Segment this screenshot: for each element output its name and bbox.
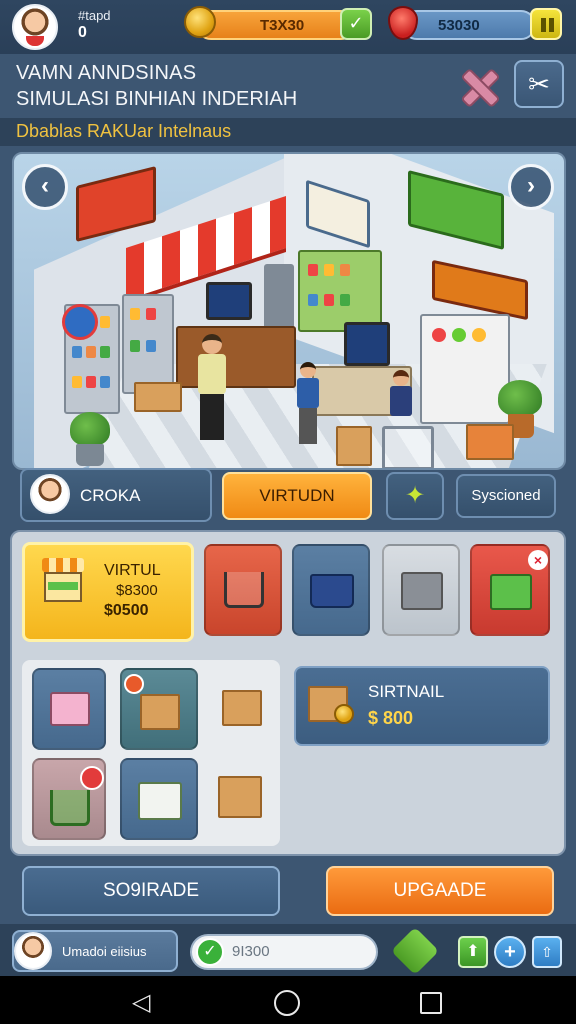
item-tile-basket[interactable]: [292, 544, 370, 636]
game-title-line2: SIMULASI BINHIAN INDERIAH: [16, 88, 298, 110]
upgrade-button[interactable]: UPGAADE: [326, 866, 554, 916]
package-badge: [124, 674, 144, 694]
computer-monitor: [206, 282, 252, 320]
crate-stack: [134, 382, 182, 412]
cash-register-icon: [138, 782, 182, 820]
check-icon: ✓: [196, 938, 224, 966]
crate-icon: [490, 574, 532, 610]
player-tag: #tapd: [78, 8, 111, 23]
package-icon: [140, 694, 180, 730]
player-level: 0: [78, 24, 87, 41]
home-icon[interactable]: [274, 990, 300, 1016]
fruit-crate: [466, 424, 514, 460]
coin-bar: T3X30: [196, 10, 356, 40]
gem-bar: 53030: [402, 10, 536, 40]
sirtnail-label: SIRTNAIL: [368, 682, 445, 701]
player-avatar[interactable]: [12, 4, 58, 50]
shelf-back: [298, 250, 382, 332]
store-scene[interactable]: [12, 152, 566, 470]
customer-boy[interactable]: [294, 362, 322, 446]
tab-profile-avatar: [30, 474, 70, 514]
tab-virtual[interactable]: VIRTUDN: [222, 472, 372, 520]
box-coin-icon: [308, 680, 354, 726]
scene-next-arrow[interactable]: ›: [508, 164, 554, 210]
item-tile-gift[interactable]: [32, 668, 106, 750]
coin-add-button[interactable]: ✓: [340, 8, 372, 40]
hamper-icon: [401, 572, 443, 610]
wall-emblem: [62, 304, 98, 340]
scene-prev-arrow[interactable]: ‹: [22, 164, 68, 210]
cart-alert-badge: [80, 766, 104, 790]
featured-card-price: $8300: [116, 582, 158, 599]
basket-icon: [310, 574, 354, 608]
item-tile-cart[interactable]: [204, 544, 282, 636]
shelf-middle: [122, 294, 174, 394]
shopping-cart: [382, 426, 434, 468]
market-stall-icon: [38, 558, 88, 608]
cardboard-box: [336, 426, 372, 466]
shopping-cart-icon: [224, 572, 264, 608]
tab-profile-label: CROKA: [80, 486, 141, 505]
item-tile-hamper[interactable]: [382, 544, 460, 636]
gem-value: 53030: [438, 17, 480, 34]
box-icon[interactable]: [222, 690, 262, 726]
share-button[interactable]: ⇧: [532, 936, 562, 968]
footer-player-name: Umadoi eiisius: [62, 944, 147, 959]
shopkeeper[interactable]: [194, 334, 230, 444]
green-cart-icon: [50, 790, 90, 826]
boost-icon[interactable]: ✦: [386, 472, 444, 520]
footer-avatar: [14, 932, 52, 970]
register-monitor: [344, 322, 390, 366]
subtitle: Dbablas RAKUar Intelnaus: [16, 121, 232, 141]
pause-button[interactable]: [530, 8, 562, 40]
gift-box-icon: [50, 692, 90, 726]
produce-stand: [420, 314, 510, 424]
featured-card-cost: $0500: [104, 602, 149, 619]
coin-value: T3X30: [260, 17, 305, 34]
pot-left: [76, 444, 104, 466]
featured-card-label: VIRTUL: [104, 562, 161, 579]
coin-icon: [184, 6, 216, 38]
back-icon[interactable]: ◁: [132, 988, 150, 1017]
secondary-button[interactable]: SO9IRADE: [22, 866, 280, 916]
cashier[interactable]: [388, 370, 414, 430]
crate-badge: ×: [528, 550, 548, 570]
level-up-button[interactable]: ⬆: [458, 936, 488, 968]
footer-score: 9I300: [232, 943, 270, 960]
sirtnail-price: $ 800: [368, 708, 414, 728]
plant-right: [498, 380, 542, 416]
recent-apps-icon[interactable]: [420, 992, 442, 1014]
game-title-line1: VAMN ANNDSINAS: [16, 62, 197, 84]
plant-left: [70, 412, 110, 446]
add-button[interactable]: +: [494, 936, 526, 968]
item-tile-cash[interactable]: [120, 758, 198, 840]
fridge: [264, 264, 294, 330]
tab-synced[interactable]: Syscioned: [456, 474, 556, 518]
box-stack-icon[interactable]: [218, 776, 262, 818]
tools-button[interactable]: ✂: [514, 60, 564, 108]
close-icon[interactable]: [456, 64, 498, 106]
